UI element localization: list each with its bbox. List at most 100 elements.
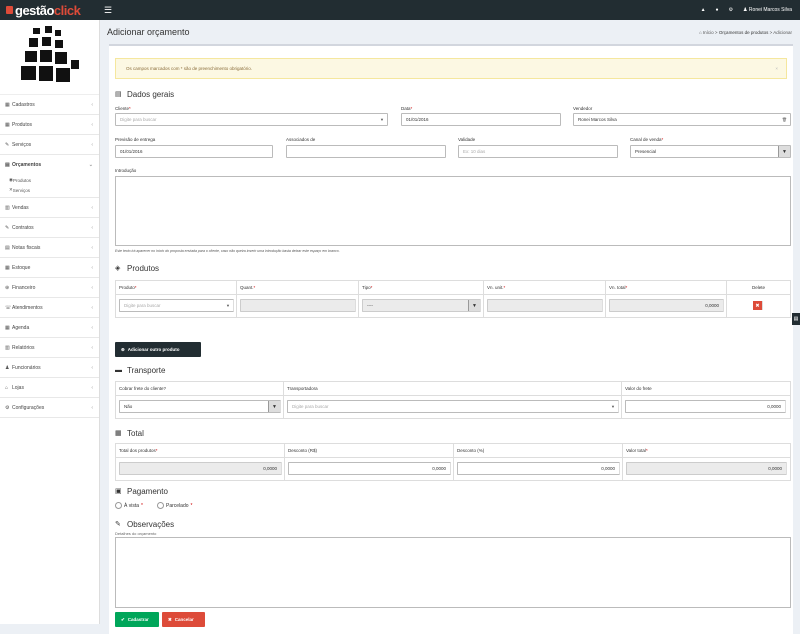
sidebar-item-notas fiscais[interactable]: ▤ Notas fiscais ‹ <box>0 238 99 258</box>
company-logo-image <box>20 26 79 82</box>
cobrar-frete-select[interactable]: Não ▼ <box>119 400 281 413</box>
breadcrumb-orcamentos[interactable]: Orçamentos de produtos <box>719 30 769 35</box>
sidebar-item-financeiro[interactable]: ⊕ Financeiro ‹ <box>0 278 99 298</box>
money-icon: ⊕ <box>5 284 10 291</box>
sidebar-item-orçamentos[interactable]: ▤ Orçamentos ⌄ <box>0 155 99 175</box>
sidebar-item-estoque[interactable]: ▦ Estoque ‹ <box>0 258 99 278</box>
sidebar-subitem[interactable]: ✕ Serviços <box>0 185 99 195</box>
radio-circle[interactable] <box>157 502 164 509</box>
sidebar-item-configurações[interactable]: ⚙ Configurações ‹ <box>0 398 99 418</box>
user-icon: ♟ <box>5 364 10 371</box>
sidebar-subitem-label: Serviços <box>12 187 31 193</box>
quant-input[interactable] <box>240 299 356 312</box>
valor-frete-input[interactable]: 0,0000 <box>625 400 786 413</box>
main-content: Adicionar orçamento ⌂ Início > Orçamento… <box>101 20 800 634</box>
phone-icon: ☏ <box>5 304 12 311</box>
edit-icon: ✎ <box>5 224 10 231</box>
radio-parcelado[interactable]: Parcelado * <box>157 502 192 509</box>
id-card-icon: ▤ <box>115 91 122 98</box>
breadcrumb: ⌂ Início > Orçamentos de produtos > Adic… <box>698 29 792 35</box>
col-vn-unit: Vn. unit.* <box>484 281 606 294</box>
cliente-select[interactable]: Digite para buscar ▼ <box>115 113 388 126</box>
valor-total-input: 0,0000 <box>626 462 787 475</box>
close-icon: ✖ <box>168 616 172 622</box>
help-icon[interactable]: ● <box>716 7 719 13</box>
validade-input[interactable]: Ex: 10 dias <box>458 145 618 158</box>
observacoes-textarea[interactable] <box>115 537 791 608</box>
trash-icon[interactable]: 🗑 <box>782 117 787 122</box>
observacoes-sublabel: Detalhes do orçamento <box>115 531 157 536</box>
breadcrumb-home[interactable]: Início <box>703 30 714 35</box>
form-box: Os campos marcados com * são de preenchi… <box>109 44 793 634</box>
chevron-down-icon: ▼ <box>268 401 280 412</box>
section-transporte: ▬ Transporte <box>115 366 165 375</box>
add-product-button[interactable]: ⊕ Adicionar outro produto <box>115 342 201 357</box>
alert-text: Os campos marcados com * são de preenchi… <box>126 66 253 71</box>
col-valor-total: Valor total* <box>626 448 648 453</box>
produto-select[interactable]: Digite para buscar ▼ <box>119 299 234 312</box>
section-title: Transporte <box>127 366 166 375</box>
sidebar-item-cadastros[interactable]: ▦ Cadastros ‹ <box>0 95 99 115</box>
intro-help: Este texto irá aparecer no início do pro… <box>115 249 340 253</box>
total-table: Total dos produtos* Desconto (R$) Descon… <box>115 443 791 481</box>
canal-label: Canal de venda* <box>630 137 664 142</box>
radio-circle[interactable] <box>115 502 122 509</box>
col-vn-total: Vn. total* <box>606 281 727 294</box>
settings-icon[interactable]: ⚙ <box>729 7 733 13</box>
sidebar-item-contratos[interactable]: ✎ Contratos ‹ <box>0 218 99 238</box>
company-logo <box>0 20 99 95</box>
desconto-pct-input[interactable]: 0,0000 <box>457 462 620 475</box>
sidebar-submenu: ◉ Produtos ✕ Serviços <box>0 175 99 198</box>
caret-down-icon: ▼ <box>611 404 615 409</box>
intro-textarea[interactable] <box>115 176 791 246</box>
sidebar-item-relatórios[interactable]: ▥ Relatórios ‹ <box>0 338 99 358</box>
plus-circle-icon: ⊕ <box>121 346 125 352</box>
sidebar-item-lojas[interactable]: ⌂ Lojas ‹ <box>0 378 99 398</box>
required-fields-alert: Os campos marcados com * são de preenchi… <box>115 58 787 79</box>
bar-chart-icon: ▥ <box>5 344 10 351</box>
cancel-button[interactable]: ✖ Cancelar <box>162 612 205 627</box>
section-pagamento: ▣ Pagamento <box>115 487 168 496</box>
settings-icon: ⚙ <box>5 404 10 411</box>
section-title: Pagamento <box>127 487 168 496</box>
app-logo[interactable]: gestão click <box>0 0 100 20</box>
caret-down-icon: ▼ <box>380 117 384 122</box>
col-frete: Valor do frete <box>625 386 652 391</box>
user-menu[interactable]: ♟ Ronei Marcos Silva <box>743 7 792 13</box>
transportadora-select[interactable]: Digite para buscar ▼ <box>287 400 619 413</box>
check-icon: ✔ <box>121 616 125 622</box>
vn-unit-input[interactable] <box>487 299 603 312</box>
sidebar-item-label: Relatórios <box>12 344 35 351</box>
radio-a-vista[interactable]: À vista * <box>115 502 143 509</box>
associados-input[interactable] <box>286 145 446 158</box>
sidebar-item-label: Notas fiscais <box>12 244 41 251</box>
alert-icon[interactable]: ▲ <box>701 7 706 13</box>
previsao-input[interactable]: 01/01/2016 <box>115 145 273 158</box>
delete-row-button[interactable]: ✖ <box>753 301 763 310</box>
save-button[interactable]: ✔ Cadastrar <box>115 612 159 627</box>
vendedor-input[interactable]: Ronei Marcos Silva 🗑 <box>573 113 791 126</box>
sidebar-item-atendimentos[interactable]: ☏ Atendimentos ‹ <box>0 298 99 318</box>
close-icon: ✖ <box>755 302 760 309</box>
chevron-left-icon: ‹ <box>91 224 93 231</box>
top-navbar: gestão click ☰ ▲ ● ⚙ ♟ Ronei Marcos Silva <box>0 0 800 20</box>
canal-select[interactable]: Presencial ▼ <box>630 145 791 158</box>
truck-icon: ▬ <box>115 367 122 374</box>
menu-toggle-icon[interactable]: ☰ <box>104 5 114 15</box>
sidebar-item-produtos[interactable]: ▦ Produtos ‹ <box>0 115 99 135</box>
sidebar-item-label: Vendas <box>12 204 29 211</box>
data-input[interactable]: 01/01/2016 <box>401 113 561 126</box>
sidebar-item-agenda[interactable]: ▦ Agenda ‹ <box>0 318 99 338</box>
sidebar-item-vendas[interactable]: ▥ Vendas ‹ <box>0 198 99 218</box>
sidebar-item-funcionários[interactable]: ♟ Funcionários ‹ <box>0 358 99 378</box>
sidebar-item-label: Configurações <box>12 404 45 411</box>
sidebar-subitem[interactable]: ◉ Produtos <box>0 175 99 185</box>
tipo-select[interactable]: ---- ▼ <box>362 299 481 312</box>
sidebar-item-serviços[interactable]: ✎ Serviços ‹ <box>0 135 99 155</box>
close-icon[interactable]: × <box>775 66 778 71</box>
table-row: Digite para buscar ▼ ---- ▼ 0,0000 ✖ <box>116 295 790 317</box>
desconto-rs-input[interactable]: 0,0000 <box>288 462 451 475</box>
chevron-down-icon: ⌄ <box>88 162 93 168</box>
sidebar: ▦ Cadastros ‹ ▦ Produtos ‹ ✎ Serviços ‹ ▤ Orçament… <box>0 20 100 624</box>
side-panel-toggle-icon[interactable]: ▤ <box>792 313 800 325</box>
